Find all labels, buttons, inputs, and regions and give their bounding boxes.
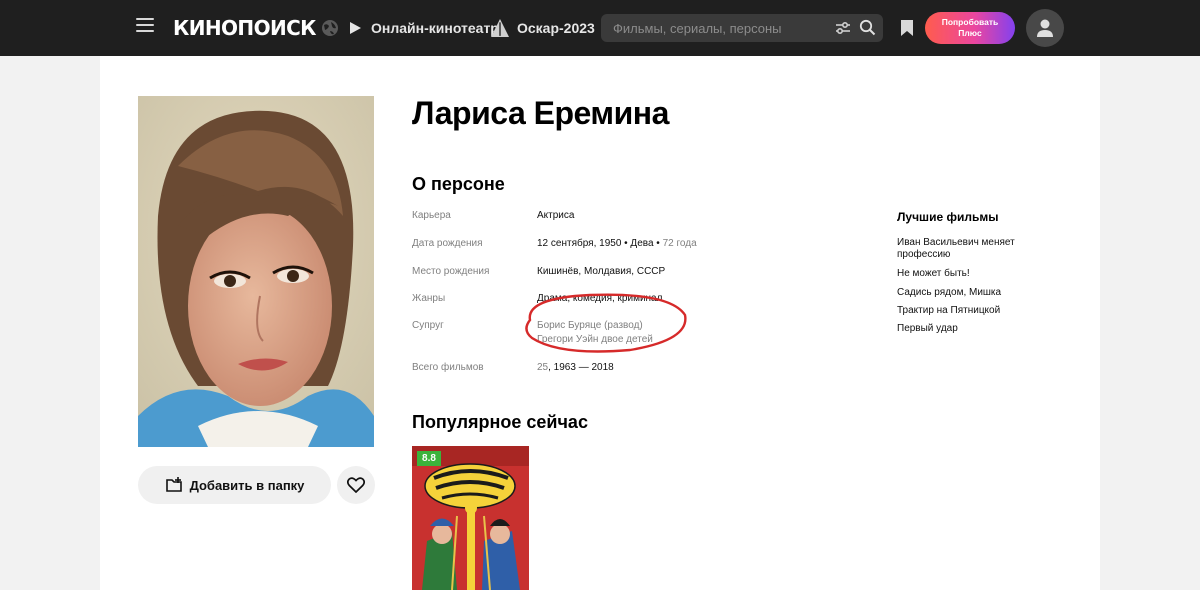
plus-line-1: Попробовать (941, 17, 999, 27)
best-film-item[interactable]: Трактир на Пятницкой (897, 305, 1047, 317)
films-count[interactable]: 25 (537, 362, 548, 373)
bookmark-icon[interactable] (900, 19, 914, 37)
add-to-folder-label: Добавить в папку (189, 477, 305, 493)
kinopoisk-logo[interactable]: КИНОПОИСК (173, 15, 339, 41)
films-total-value: 25, 1963 — 2018 (537, 362, 614, 373)
about-title: О персоне (412, 174, 505, 194)
avatar[interactable] (1026, 9, 1064, 47)
popular-title: Популярное сейчас (412, 412, 588, 432)
plus-line-2: Плюс (958, 28, 982, 38)
best-film-item[interactable]: Садись рядом, Мишка (897, 287, 1047, 299)
add-to-folder-button[interactable]: Добавить в папку (138, 466, 331, 504)
films-years: , 1963 — 2018 (548, 362, 614, 373)
best-film-item[interactable]: Иван Васильевич меняет профессию (897, 237, 1047, 261)
spouse-label: Супруг (412, 320, 444, 331)
play-icon (350, 22, 361, 34)
top-header: КИНОПОИСК Онлайн-кинотеатр Оскар-2023 По… (0, 0, 1200, 56)
genres-label: Жанры (412, 293, 446, 304)
try-plus-button[interactable]: Попробовать Плюс (925, 12, 1015, 44)
best-films-title: Лучшие фильмы (897, 210, 999, 224)
birth-place-value[interactable]: Кишинёв, Молдавия, СССР (537, 266, 665, 277)
nav-oscar-label: Оскар-2023 (517, 20, 595, 36)
birth-date-value: 12 сентября, 1950 • Дева • 72 года (537, 238, 697, 249)
person-photo (138, 96, 374, 447)
filter-icon[interactable] (835, 20, 851, 36)
birth-place-label: Место рождения (412, 266, 490, 277)
heart-icon (347, 477, 365, 493)
nav-online-cinema[interactable]: Онлайн-кинотеатр (347, 17, 499, 39)
birth-date-label: Дата рождения (412, 238, 483, 249)
career-value[interactable]: Актриса (537, 210, 574, 221)
best-film-item[interactable]: Первый удар (897, 323, 1047, 335)
globe-icon (321, 20, 338, 36)
person-name: Лариса Еремина (412, 95, 669, 131)
search-input[interactable] (613, 14, 833, 42)
films-total-label: Всего фильмов (412, 362, 484, 373)
folder-add-icon (165, 477, 182, 492)
oscar-icon (491, 19, 509, 37)
spouse-1[interactable]: Борис Буряце (развод) (537, 319, 653, 333)
spouse-value: Борис Буряце (развод) Грегори Уэйн двое … (537, 319, 653, 347)
search-icon[interactable] (859, 19, 876, 36)
nav-online-label: Онлайн-кинотеатр (371, 20, 499, 36)
logo-text: КИНОПОИСК (173, 16, 317, 40)
user-icon (1037, 19, 1053, 37)
best-film-item[interactable]: Не может быть! (897, 268, 1047, 280)
zodiac-sign[interactable]: • Дева • (624, 238, 660, 249)
spouse-2[interactable]: Грегори Уэйн двое детей (537, 333, 653, 347)
genres-value[interactable]: Драма, комедия, криминал (537, 293, 662, 304)
popular-movie-poster[interactable] (412, 446, 529, 590)
age: 72 года (662, 238, 697, 249)
career-label: Карьера (412, 210, 451, 221)
favorite-button[interactable] (337, 466, 375, 504)
birth-date[interactable]: 12 сентября, 1950 (537, 238, 621, 249)
nav-oscar[interactable]: Оскар-2023 (491, 17, 595, 39)
menu-icon[interactable] (136, 18, 154, 34)
rating-badge: 8.8 (417, 451, 441, 466)
